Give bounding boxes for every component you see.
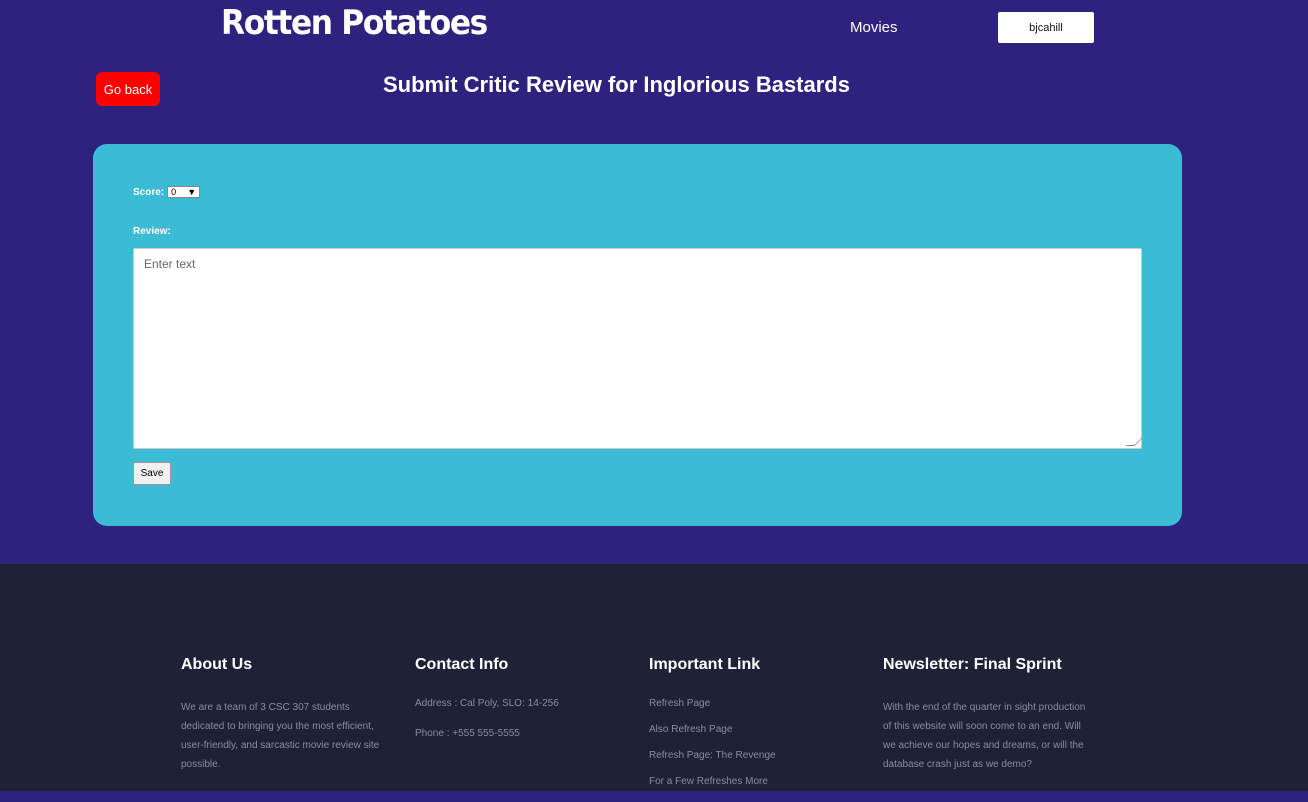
footer-links: Important Link Refresh Page Also Refresh… [649, 656, 849, 802]
page-title: Submit Critic Review for Inglorious Bast… [383, 72, 850, 97]
top-bar: Rotten Potatoes Movies bjcahill [0, 0, 1308, 60]
footer: About Us We are a team of 3 CSC 307 stud… [0, 564, 1308, 791]
resize-handle-icon[interactable] [1125, 437, 1144, 446]
footer-newsletter-text: With the end of the quarter in sight pro… [883, 702, 1086, 770]
footer-contact-heading: Contact Info [415, 656, 509, 673]
footer-newsletter-heading: Newsletter: Final Sprint [883, 656, 1062, 673]
review-form-card: Score: 0 ▼ Review: Enter text Save [93, 144, 1182, 526]
footer-about-heading: About Us [181, 656, 253, 673]
footer-links-heading: Important Link [649, 656, 761, 673]
chevron-down-icon: ▼ [187, 187, 197, 197]
footer-link[interactable]: Refresh Page: The Revenge [649, 750, 849, 761]
score-value: 0 [171, 187, 177, 197]
review-textarea[interactable]: Enter text [133, 248, 1144, 449]
footer-link[interactable]: For a Few Refreshes More [649, 776, 849, 787]
footer-address: Address : Cal Poly, SLO: 14-256 [415, 698, 559, 709]
footer-link[interactable]: Also Refresh Page [649, 724, 849, 735]
footer-contact: Contact Info Address : Cal Poly, SLO: 14… [415, 656, 615, 758]
user-account-button[interactable]: bjcahill [998, 12, 1094, 43]
go-back-button[interactable]: Go back [96, 72, 160, 106]
footer-link[interactable]: Refresh Page [649, 698, 849, 709]
nav-movies-link[interactable]: Movies [850, 19, 898, 36]
score-label: Score: [133, 186, 165, 198]
footer-phone: Phone : +555 555-5555 [415, 728, 520, 739]
save-button[interactable]: Save [133, 462, 171, 485]
site-logo[interactable]: Rotten Potatoes [221, 3, 488, 43]
review-placeholder: Enter text [144, 257, 196, 271]
footer-about: About Us We are a team of 3 CSC 307 stud… [181, 656, 381, 774]
review-label: Review: [133, 226, 171, 237]
footer-about-text: We are a team of 3 CSC 307 students dedi… [181, 702, 380, 770]
score-select[interactable]: 0 ▼ [167, 186, 201, 198]
score-row: Score: 0 ▼ [133, 186, 201, 198]
footer-newsletter: Newsletter: Final Sprint With the end of… [883, 656, 1093, 774]
